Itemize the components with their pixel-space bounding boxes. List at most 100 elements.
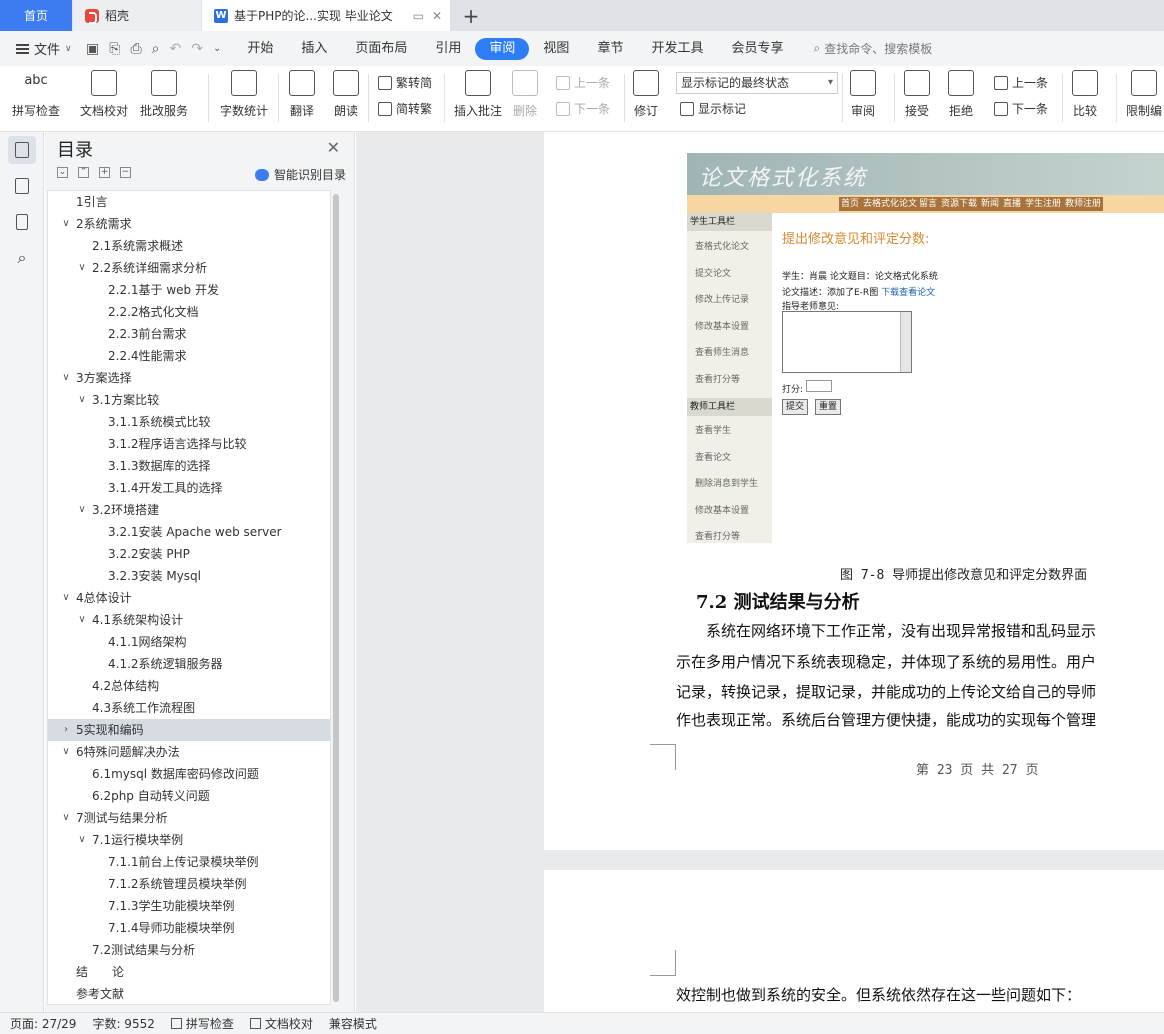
page-indicator[interactable]: 页面: 27/29 xyxy=(10,1015,76,1032)
new-tab-button[interactable]: + xyxy=(456,0,486,31)
toc-item[interactable]: 3.1.2程序语言选择与比较 xyxy=(48,433,330,455)
word-count-button[interactable]: 字数统计 xyxy=(220,70,268,119)
show-markup-button[interactable]: 显示标记 xyxy=(680,100,746,117)
tab-pin-icon[interactable]: ▭ xyxy=(413,9,424,23)
toc-item[interactable]: 3.1.3数据库的选择 xyxy=(48,455,330,477)
toc-item[interactable]: 2.2.3前台需求 xyxy=(48,323,330,345)
insert-comment-button[interactable]: 插入批注 xyxy=(454,70,502,119)
chevron-down-icon[interactable]: ∨ xyxy=(76,829,88,851)
translate-button[interactable]: 翻译 xyxy=(289,70,315,119)
chevron-down-icon[interactable]: ∨ xyxy=(76,609,88,631)
toc-item[interactable]: 3.1.1系统模式比较 xyxy=(48,411,330,433)
toc-scroll-thumb[interactable] xyxy=(333,194,339,1002)
toc-item[interactable]: 3.1.4开发工具的选择 xyxy=(48,477,330,499)
toc-item[interactable]: ∨ 3.2环境搭建 xyxy=(48,499,330,521)
compare-button[interactable]: 比较 xyxy=(1072,70,1098,119)
chevron-down-icon[interactable]: ∨ xyxy=(76,499,88,521)
prev-comment-button[interactable]: 上一条 xyxy=(556,74,610,91)
command-search[interactable]: ⌕ 查找命令、搜索模板 xyxy=(813,40,932,57)
tab-home[interactable]: 首页 xyxy=(0,0,72,31)
expand-all-icon[interactable]: ⌄ xyxy=(57,167,68,178)
toc-item[interactable]: 6.2php 自动转义问题 xyxy=(48,785,330,807)
toc-panel-button[interactable] xyxy=(8,136,36,164)
toc-item[interactable]: 1引言 xyxy=(48,191,330,213)
toc-item[interactable]: 4.1.1网络架构 xyxy=(48,631,330,653)
toc-item[interactable]: 3.2.2安装 PHP xyxy=(48,543,330,565)
tab-insert[interactable]: 插入 xyxy=(287,38,341,60)
chevron-down-icon[interactable]: ∨ xyxy=(76,389,88,411)
toc-item[interactable]: 6.1mysql 数据库密码修改问题 xyxy=(48,763,330,785)
close-icon[interactable]: ✕ xyxy=(327,138,340,157)
delete-comment-button[interactable]: 删除 xyxy=(512,70,538,119)
save-icon[interactable]: ▣ xyxy=(86,41,99,57)
toc-item[interactable]: 2.2.1基于 web 开发 xyxy=(48,279,330,301)
toc-item[interactable]: ∨ 3.1方案比较 xyxy=(48,389,330,411)
toc-item[interactable]: ∨ 3方案选择 xyxy=(48,367,330,389)
tab-developer[interactable]: 开发工具 xyxy=(637,38,717,60)
export-pdf-icon[interactable]: ⎘ xyxy=(109,41,120,57)
toc-item[interactable]: ∨ 2系统需求 xyxy=(48,213,330,235)
toc-item[interactable]: 7.1.2系统管理员模块举例 xyxy=(48,873,330,895)
toc-item[interactable]: ∨ 2.2系统详细需求分析 xyxy=(48,257,330,279)
prev-change-button[interactable]: 上一条 xyxy=(994,74,1048,91)
print-icon[interactable]: ⎙ xyxy=(130,41,141,57)
toc-item[interactable]: 3.2.1安装 Apache web server xyxy=(48,521,330,543)
toc-item[interactable]: 参考文献 xyxy=(48,983,330,1004)
tab-chapter[interactable]: 章节 xyxy=(583,38,637,60)
reject-button[interactable]: 拒绝 xyxy=(948,70,974,119)
chevron-down-icon[interactable]: ∨ xyxy=(76,257,88,279)
trad-to-simp-button[interactable]: 繁转简 xyxy=(378,74,432,91)
toc-item[interactable]: 7.1.1前台上传记录模块举例 xyxy=(48,851,330,873)
document-canvas[interactable]: 论文格式化系统 首页 去格式化论文 留言 资源下载 新闻 直播 学生注册 教师注册 学生工具栏… xyxy=(356,132,1164,1012)
redo-icon[interactable]: ↷ xyxy=(191,41,203,57)
toc-item[interactable]: › 5实现和编码 xyxy=(48,719,330,741)
toc-item[interactable]: 2.2.2格式化文档 xyxy=(48,301,330,323)
markup-state-select[interactable]: 显示标记的最终状态 xyxy=(676,72,838,94)
nav-pane-button[interactable] xyxy=(8,172,36,200)
chevron-down-icon[interactable]: ∨ xyxy=(60,367,72,389)
toc-scrollbar[interactable] xyxy=(331,192,341,1004)
toc-item[interactable]: ∨ 6特殊问题解决办法 xyxy=(48,741,330,763)
tab-daoke[interactable]: 稻壳 xyxy=(73,0,201,31)
doc-proofread-button[interactable]: 文档校对 xyxy=(80,70,128,119)
chevron-down-icon[interactable]: ∨ xyxy=(60,741,72,763)
file-menu[interactable]: 文件 ∨ xyxy=(0,39,86,58)
add-heading-icon[interactable]: + xyxy=(99,167,110,178)
toc-item[interactable]: 4.3系统工作流程图 xyxy=(48,697,330,719)
word-count-indicator[interactable]: 字数: 9552 xyxy=(92,1015,154,1032)
customize-chevron-icon[interactable]: ⌄ xyxy=(213,43,221,54)
document-page-next[interactable]: 效控制也做到系统的安全。但系统依然存在这一些问题如下： xyxy=(544,870,1164,1012)
track-changes-button[interactable]: 修订 xyxy=(633,70,659,119)
toc-item[interactable]: ∨ 7.1运行模块举例 xyxy=(48,829,330,851)
print-preview-icon[interactable]: ⌕ xyxy=(152,41,160,57)
tab-layout[interactable]: 页面布局 xyxy=(341,38,421,60)
tab-review[interactable]: 审阅 xyxy=(475,37,530,60)
collapse-all-icon[interactable]: ⌃ xyxy=(78,167,89,178)
tab-start[interactable]: 开始 xyxy=(233,38,287,60)
status-spell-check[interactable]: 拼写检查 xyxy=(170,1015,234,1032)
tab-membership[interactable]: 会员专享 xyxy=(717,38,797,60)
batch-service-button[interactable]: 批改服务 xyxy=(140,70,188,119)
next-comment-button[interactable]: 下一条 xyxy=(556,100,610,117)
tab-close-icon[interactable]: ✕ xyxy=(432,9,442,23)
toc-item[interactable]: 7.1.3学生功能模块举例 xyxy=(48,895,330,917)
toc-item[interactable]: 2.1系统需求概述 xyxy=(48,235,330,257)
read-aloud-button[interactable]: 朗读 xyxy=(333,70,359,119)
smart-toc-button[interactable]: 智能识别目录 xyxy=(254,166,346,183)
toc-item[interactable]: ∨ 4总体设计 xyxy=(48,587,330,609)
bookmark-button[interactable] xyxy=(8,208,36,236)
toc-item[interactable]: ∨ 7测试与结果分析 xyxy=(48,807,330,829)
chevron-down-icon[interactable]: ∨ xyxy=(60,213,72,235)
next-change-button[interactable]: 下一条 xyxy=(994,100,1048,117)
remove-heading-icon[interactable]: − xyxy=(120,167,131,178)
accept-button[interactable]: 接受 xyxy=(904,70,930,119)
toc-item[interactable]: 4.2总体结构 xyxy=(48,675,330,697)
review-pane-button[interactable]: 审阅 xyxy=(850,70,876,119)
simp-to-trad-button[interactable]: 简转繁 xyxy=(378,100,432,117)
toc-item[interactable]: 3.2.3安装 Mysql xyxy=(48,565,330,587)
tab-view[interactable]: 视图 xyxy=(529,38,583,60)
toc-item[interactable]: 2.2.4性能需求 xyxy=(48,345,330,367)
chevron-down-icon[interactable]: ∨ xyxy=(60,587,72,609)
chevron-right-icon[interactable]: › xyxy=(60,719,72,741)
chevron-down-icon[interactable]: ∨ xyxy=(60,807,72,829)
